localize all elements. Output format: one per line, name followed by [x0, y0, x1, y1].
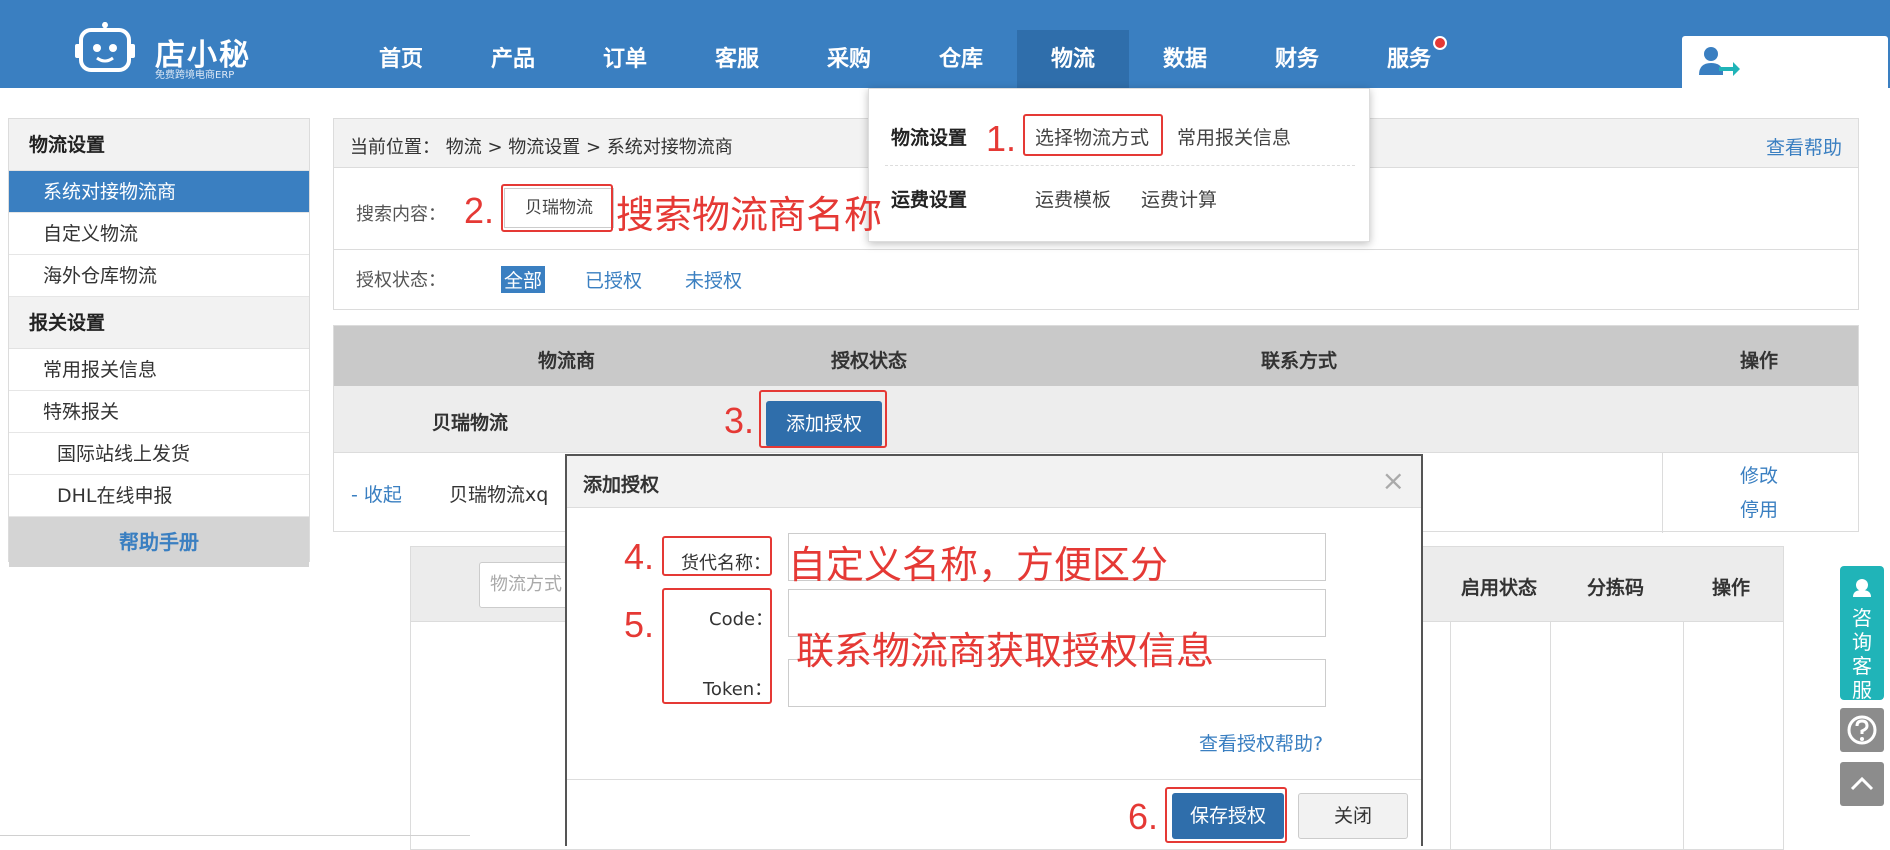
th-actions: 操作 — [1740, 350, 1779, 372]
status-filter-authorized[interactable]: 已授权 — [585, 266, 642, 293]
sub-carrier-name: 贝瑞物流xq — [449, 484, 549, 506]
nav-services[interactable]: 服务 — [1353, 30, 1465, 88]
breadcrumb-path: 当前位置： 物流 > 物流设置 > 系统对接物流商 — [350, 137, 733, 158]
logistics-dropdown-menu: 物流设置 选择物流方式 常用报关信息 运费设置 运费模板 运费计算 — [868, 88, 1370, 242]
brand-tagline: 免费跨境电商ERP — [155, 70, 235, 81]
annotation-box-6 — [1165, 787, 1287, 843]
edit-link[interactable]: 修改 — [1740, 461, 1778, 488]
column-divider — [1662, 453, 1663, 533]
nav-products[interactable]: 产品 — [457, 30, 569, 88]
view-help-link[interactable]: 查看帮助 — [1766, 133, 1842, 160]
dropdown-group-logistics: 物流设置 — [891, 127, 968, 149]
close-button[interactable]: 关闭 — [1298, 793, 1408, 839]
annotation-box-1 — [1023, 114, 1163, 156]
auth-help-link[interactable]: 查看授权帮助? — [1199, 729, 1323, 756]
th-carrier: 物流商 — [538, 350, 596, 372]
sidebar-item-custom-logistics[interactable]: 自定义物流 — [9, 213, 309, 255]
menu-item-common-customs[interactable]: 常用报关信息 — [1177, 123, 1291, 150]
th-enabled-status: 启用状态 — [1461, 577, 1538, 599]
collapse-link[interactable]: - 收起 — [351, 480, 402, 507]
sidebar-item-system-carriers[interactable]: 系统对接物流商 — [9, 171, 309, 213]
dialog-header: 添加授权 × — [567, 456, 1421, 508]
nav-logistics[interactable]: 物流 — [1017, 30, 1129, 88]
consult-service-label: 咨询客服 — [1852, 606, 1872, 702]
annotation-text-5: 联系物流商获取授权信息 — [796, 629, 1215, 673]
th-auth-status: 授权状态 — [831, 350, 908, 372]
table-row: 贝瑞物流 — [334, 386, 1858, 453]
sidebar-item-special-customs[interactable]: 特殊报关 — [9, 391, 309, 433]
dropdown-separator — [885, 165, 1355, 166]
sidebar-item-dhl-declare[interactable]: DHL在线申报 — [9, 475, 309, 517]
annotation-text-2: 搜索物流商名称 — [616, 193, 883, 237]
column-divider — [1450, 622, 1451, 850]
status-filter-all[interactable]: 全部 — [501, 266, 546, 293]
sidebar-item-overseas-warehouse[interactable]: 海外仓库物流 — [9, 255, 309, 297]
user-switch-icon — [1699, 47, 1740, 76]
robot-logo-icon — [75, 22, 135, 72]
column-divider — [1550, 622, 1551, 850]
scroll-top-button[interactable] — [1840, 762, 1884, 806]
annotation-box-2 — [501, 184, 613, 232]
nav-customer-service[interactable]: 客服 — [681, 30, 793, 88]
sidebar-section-logistics: 物流设置 — [9, 119, 309, 171]
sidebar-item-common-customs[interactable]: 常用报关信息 — [9, 349, 309, 391]
nav-finance[interactable]: 财务 — [1241, 30, 1353, 88]
auth-status-label: 授权状态： — [356, 270, 446, 291]
user-menu[interactable] — [1682, 36, 1888, 88]
headset-icon — [1853, 579, 1871, 597]
close-icon[interactable]: × — [1382, 464, 1405, 497]
annotation-number-1: 1. — [986, 118, 1017, 159]
dropdown-group-freight: 运费设置 — [891, 189, 968, 211]
dialog-title: 添加授权 — [583, 474, 660, 496]
carrier-name: 贝瑞物流 — [432, 412, 509, 434]
top-navbar: 店小秘 免费跨境电商ERP 首页 产品 订单 客服 采购 仓库 物流 数据 财务… — [0, 0, 1890, 88]
sidebar-section-customs: 报关设置 — [9, 297, 309, 349]
th-contact: 联系方式 — [1261, 350, 1338, 372]
annotation-number-5: 5. — [624, 604, 655, 645]
column-divider — [1683, 622, 1684, 850]
nav-services-label: 服务 — [1386, 47, 1431, 72]
annotation-box-4 — [662, 536, 772, 576]
table-header: 物流商 授权状态 联系方式 操作 — [334, 326, 1858, 386]
menu-item-freight-calc[interactable]: 运费计算 — [1141, 185, 1217, 212]
annotation-box-5 — [662, 588, 772, 704]
question-icon — [1847, 715, 1877, 745]
help-question-button[interactable] — [1840, 708, 1884, 752]
notification-dot — [1433, 36, 1447, 50]
nav-data[interactable]: 数据 — [1129, 30, 1241, 88]
help-manual-button[interactable]: 帮助手册 — [9, 517, 309, 567]
nav-warehouse[interactable]: 仓库 — [905, 30, 1017, 88]
status-filter-unauthorized[interactable]: 未授权 — [685, 266, 742, 293]
annotation-number-4: 4. — [624, 536, 655, 577]
annotation-text-4: 自定义名称，方便区分 — [788, 543, 1169, 587]
dialog-footer: 保存授权 关闭 — [567, 779, 1421, 846]
annotation-number-6: 6. — [1128, 796, 1159, 837]
consult-service-button[interactable]: 咨询客服 — [1840, 566, 1884, 702]
nav-home[interactable]: 首页 — [345, 30, 457, 88]
nav-purchasing[interactable]: 采购 — [793, 30, 905, 88]
annotation-number-3: 3. — [724, 400, 755, 441]
divider — [0, 835, 470, 836]
logo[interactable]: 店小秘 免费跨境电商ERP — [75, 10, 275, 81]
main-nav: 首页 产品 订单 客服 采购 仓库 物流 数据 财务 服务 — [345, 30, 1465, 88]
th-sub-actions: 操作 — [1712, 577, 1751, 599]
sidebar: 物流设置 系统对接物流商 自定义物流 海外仓库物流 报关设置 常用报关信息 特殊… — [8, 118, 310, 567]
th-sort-code: 分拣码 — [1587, 577, 1645, 599]
annotation-box-3 — [759, 390, 887, 448]
disable-link[interactable]: 停用 — [1740, 495, 1778, 522]
sidebar-item-intl-online[interactable]: 国际站线上发货 — [9, 433, 309, 475]
search-label: 搜索内容： — [356, 204, 446, 225]
menu-item-freight-template[interactable]: 运费模板 — [1035, 185, 1111, 212]
annotation-number-2: 2. — [464, 190, 495, 231]
chevron-up-icon — [1850, 776, 1874, 791]
nav-orders[interactable]: 订单 — [569, 30, 681, 88]
